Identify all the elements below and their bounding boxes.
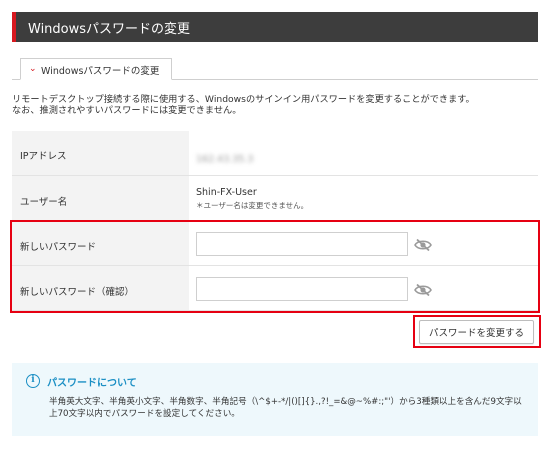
info-title: パスワードについて — [47, 378, 137, 389]
page-header: Windowsパスワードの変更 — [12, 12, 538, 42]
new-password-label: 新しいパスワード — [20, 242, 97, 253]
intro-line: なお、推測されやすいパスワードには変更できません。 — [12, 105, 242, 116]
chevron-down-icon: ⌄ — [29, 64, 37, 74]
ip-label: IPアドレス — [20, 151, 67, 162]
new-password-row: 新しいパスワード — [12, 221, 538, 266]
password-info-box: i パスワードについて 半角英大文字、半角英小文字、半角数字、半角記号（\^$+… — [12, 363, 538, 436]
username-row: ユーザー名 Shin-FX-User ＊ユーザー名は変更できません。 — [12, 176, 538, 221]
ip-value: 162.43.35.3 — [196, 154, 254, 165]
tab-label: Windowsパスワードの変更 — [41, 66, 160, 77]
confirm-password-row: 新しいパスワード（確認） — [12, 266, 538, 311]
eye-slash-icon[interactable] — [414, 282, 432, 297]
new-password-input[interactable] — [196, 232, 408, 256]
intro-line: リモートデスクトップ接続する際に使用する、Windowsのサインイン用パスワード… — [12, 94, 475, 105]
tab-windows-password[interactable]: ⌄ Windowsパスワードの変更 — [20, 58, 172, 80]
info-body: 半角英大文字、半角英小文字、半角数字、半角記号（\^$+-*/|()[]{}.,… — [49, 397, 522, 419]
change-password-button[interactable]: パスワードを変更する — [419, 320, 534, 344]
info-icon: i — [26, 374, 40, 388]
username-note: ＊ユーザー名は変更できません。 — [196, 201, 309, 210]
confirm-password-label: 新しいパスワード（確認） — [20, 287, 135, 298]
username-value: Shin-FX-User — [196, 187, 257, 198]
page-title: Windowsパスワードの変更 — [28, 22, 191, 37]
intro-text: リモートデスクトップ接続する際に使用する、Windowsのサインイン用パスワード… — [12, 94, 538, 116]
confirm-password-input[interactable] — [196, 277, 408, 301]
eye-slash-icon[interactable] — [414, 237, 432, 252]
username-label: ユーザー名 — [20, 197, 68, 208]
ip-row: IPアドレス 162.43.35.3 — [12, 131, 538, 176]
